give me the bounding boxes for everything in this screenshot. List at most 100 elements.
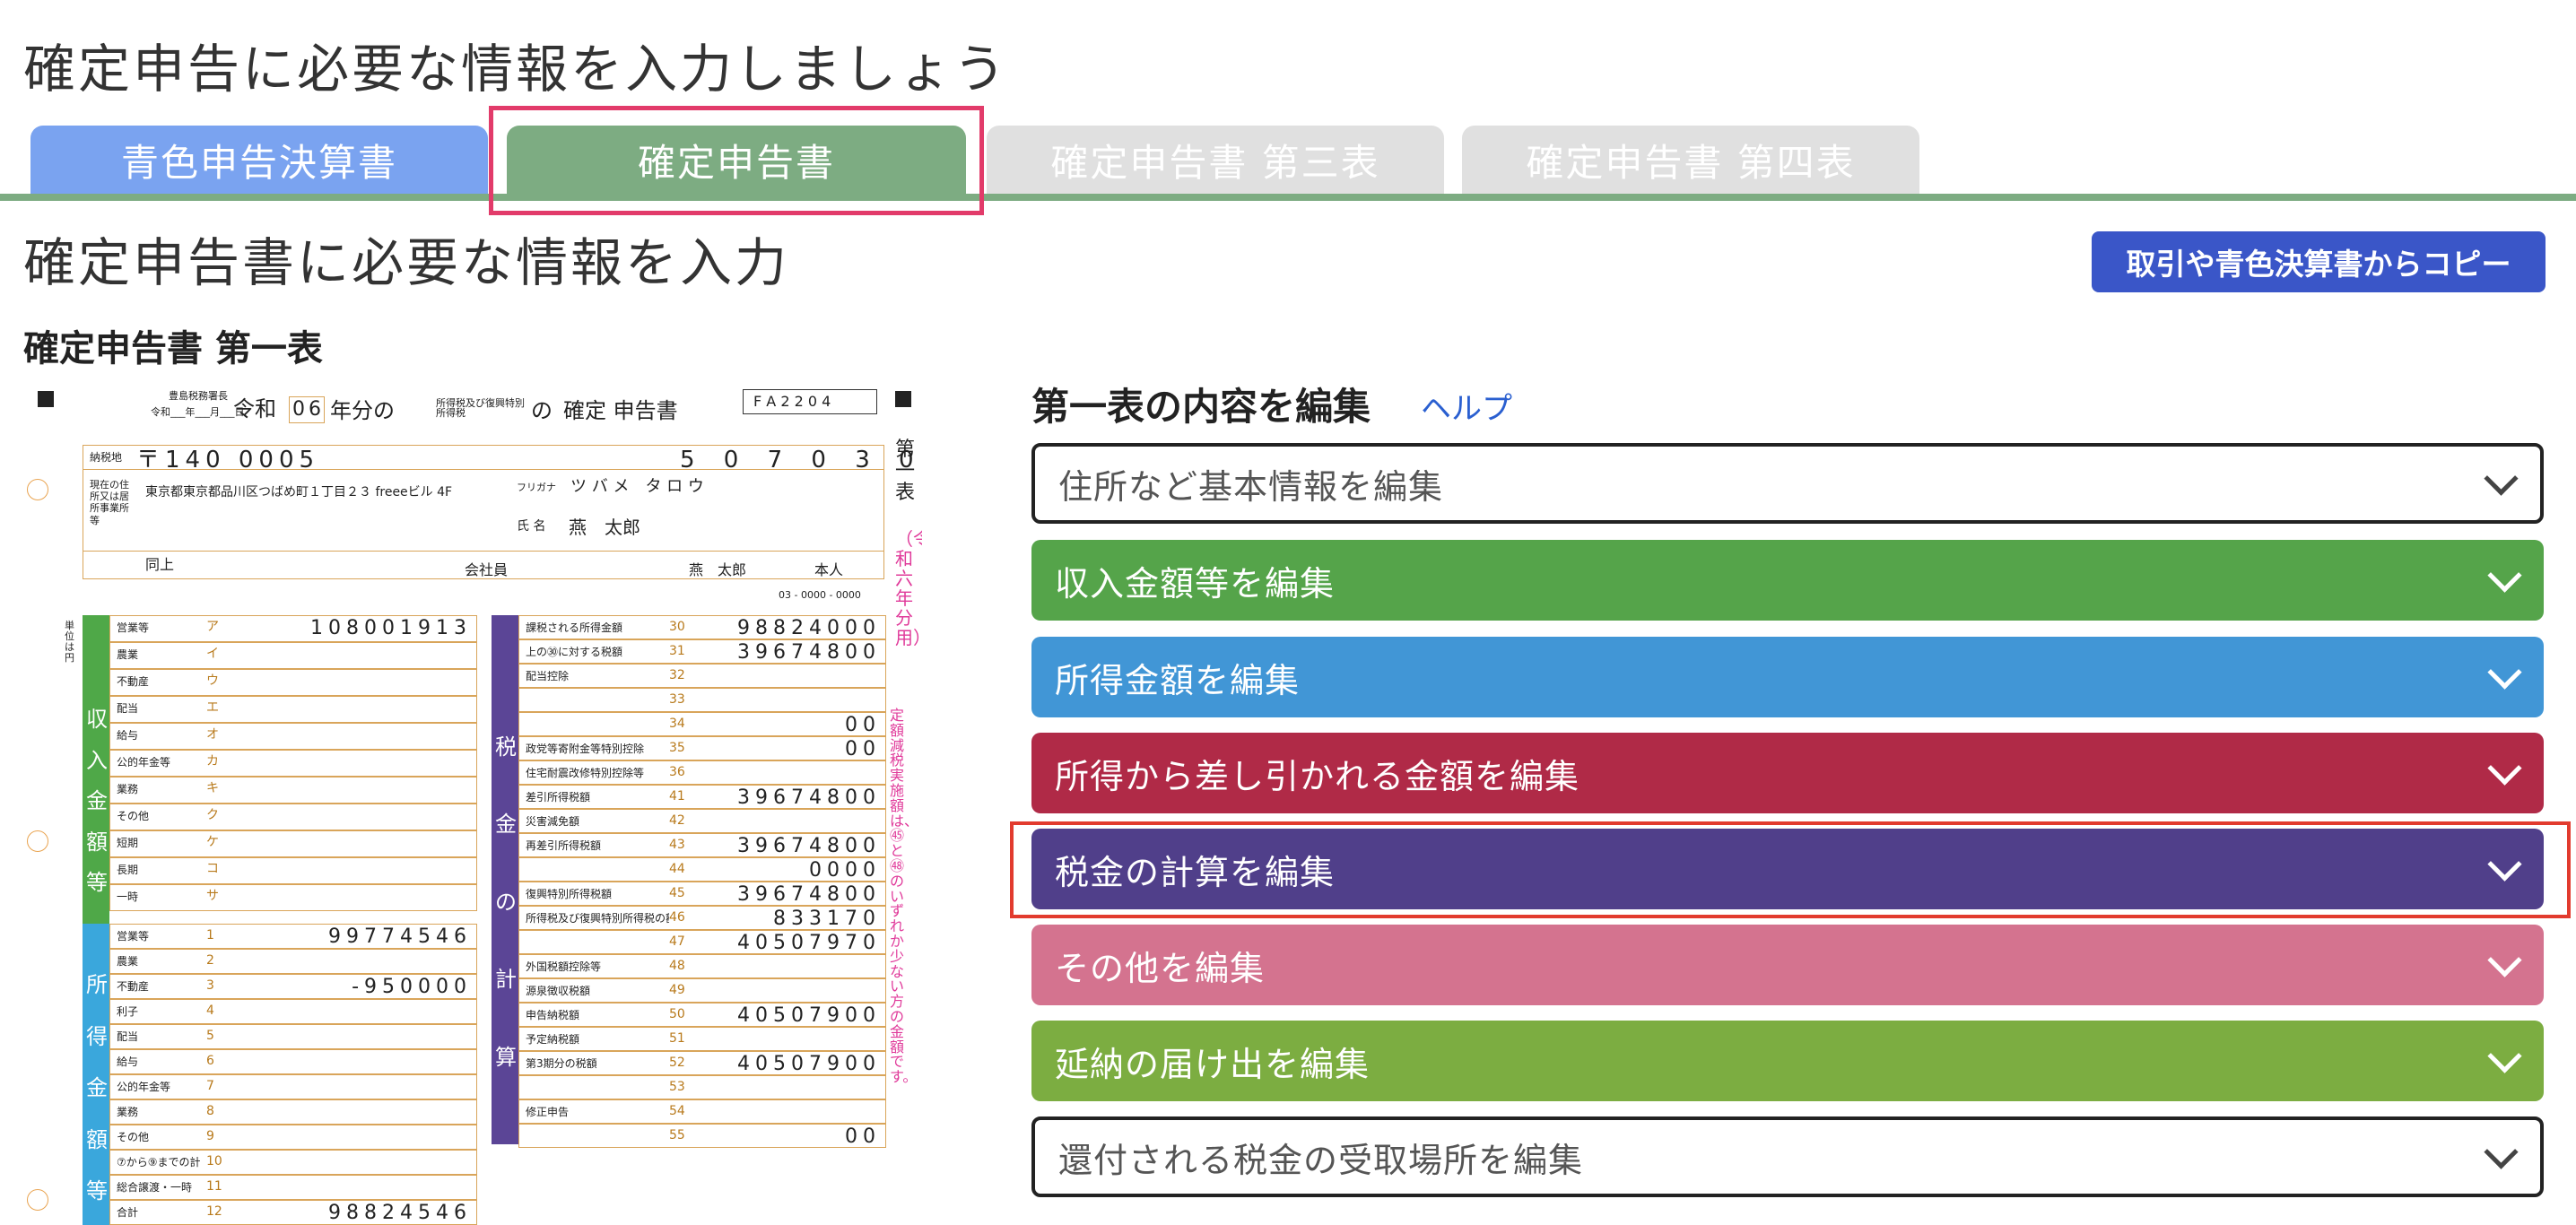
accordion-income[interactable]: 収入金額等を編集 — [1031, 540, 2544, 621]
form-row-label: ⑦から⑨までの計 — [117, 1157, 201, 1168]
tab-tax-return-sheet4[interactable]: 確定申告書 第四表 — [1462, 126, 1919, 194]
form-row-number: 5 — [206, 1029, 214, 1043]
form-row — [109, 830, 477, 857]
form-row — [109, 777, 477, 804]
form-row-number: 44 — [669, 862, 685, 876]
form-row-number: 8 — [206, 1104, 214, 1118]
accordion-basic-info[interactable]: 住所など基本情報を編集 — [1031, 443, 2544, 524]
accordion-label: 延納の届け出を編集 — [1055, 1044, 1371, 1084]
form-row-number: 35 — [669, 741, 685, 755]
form-row-value: 0000 — [809, 859, 881, 882]
form-row-value: 39674800 — [737, 835, 881, 857]
form-row-number: 6 — [206, 1054, 214, 1068]
chevron-down-icon — [2487, 655, 2522, 690]
chevron-down-icon — [2487, 558, 2522, 593]
form-postal: 〒140 0005 — [136, 447, 320, 473]
active-tab-highlight — [489, 106, 984, 215]
editor-title: 第一表の内容を編集 — [1031, 385, 1371, 429]
form-furigana-label: フリガナ — [517, 482, 556, 493]
form-row-value: 833170 — [773, 908, 881, 930]
form-tax-kind: 所得税及び復興特別所得税 — [436, 397, 525, 419]
form-row — [109, 949, 477, 974]
tab-tax-return-sheet3[interactable]: 確定申告書 第三表 — [987, 126, 1444, 194]
accordion-other[interactable]: その他を編集 — [1031, 925, 2544, 1005]
form-row-label: 総合譲渡・一時 — [117, 1182, 193, 1193]
form-furigana: ツ バ メ タ ロ ウ — [570, 477, 704, 496]
form-income-section: 収入金額等 — [86, 707, 108, 896]
form-kind: 確定 申告書 — [563, 398, 678, 423]
accordion-deductions[interactable]: 所得から差し引かれる金額を編集 — [1031, 733, 2544, 813]
form-row-number: 52 — [669, 1056, 685, 1070]
form-subtitle: 確定申告書 第一表 — [23, 328, 323, 369]
corner-mark — [38, 391, 54, 407]
form-row-label: 営業等 — [117, 622, 150, 633]
form-unit-note: 単位は円 — [65, 620, 74, 665]
form-row-number: サ — [206, 889, 219, 903]
copy-from-transactions-button[interactable]: 取引や青色決算書からコピー — [2092, 231, 2546, 292]
form-row-number: 2 — [206, 953, 214, 968]
form-row-label: 課税される所得金額 — [526, 622, 623, 633]
form-row-label: 第3期分の税額 — [526, 1058, 597, 1069]
help-link[interactable]: ヘルプ — [1421, 384, 1512, 428]
accordion-highlight — [1010, 821, 2571, 918]
accordion-label: 収入金額等を編集 — [1055, 563, 1336, 604]
form-row-label: 修正申告 — [526, 1107, 570, 1117]
form-address: 東京都東京都品川区つばめ町１丁目２３ freeeビル 4F — [145, 485, 453, 500]
form-row — [109, 804, 477, 830]
form-row-number: ク — [206, 808, 219, 822]
form-row-value: 98824000 — [737, 617, 881, 639]
form-row-number: ケ — [206, 835, 219, 849]
chevron-down-icon — [2484, 1134, 2519, 1169]
form-row-number: 30 — [669, 620, 685, 634]
form-row-label: 農業 — [117, 649, 139, 660]
accordion-deferred-payment[interactable]: 延納の届け出を編集 — [1031, 1021, 2544, 1101]
chevron-down-icon — [2484, 461, 2519, 496]
form-row — [109, 884, 477, 911]
accordion-shotoku[interactable]: 所得金額を編集 — [1031, 637, 2544, 717]
form-row-label: 一時 — [117, 891, 139, 902]
form-row-label: 再差引所得税額 — [526, 840, 602, 851]
form-row-value: 00 — [845, 1125, 881, 1148]
form-row-label: 短期 — [117, 838, 139, 848]
form-row-number: 10 — [206, 1154, 222, 1169]
accordion-refund-account[interactable]: 還付される税金の受取場所を編集 — [1031, 1116, 2544, 1197]
form-row-number: 11 — [206, 1179, 222, 1194]
form-row-number: オ — [206, 727, 219, 742]
form-birth: 5 0 7 0 3 0 7 — [680, 447, 922, 473]
form-date-line: 令和___年___月___日 — [151, 406, 245, 418]
form-row-value: 39674800 — [737, 883, 881, 906]
form-address-label: 現在の住所又は居所事業所等 — [90, 479, 129, 526]
form-row-number: 7 — [206, 1079, 214, 1093]
accordion-label: その他を編集 — [1055, 948, 1266, 988]
form-row-number: キ — [206, 781, 219, 795]
form-head-name: 燕 太郎 — [689, 561, 747, 578]
form-row — [109, 1049, 477, 1074]
form-row-value: 00 — [845, 714, 881, 736]
tab-underline — [0, 194, 2576, 201]
form-row-label: 公的年金等 — [117, 1082, 171, 1092]
form-row-value: -950000 — [352, 976, 472, 998]
form-row-number: カ — [206, 754, 219, 769]
form-row-label: 源泉徴収税額 — [526, 986, 591, 996]
form-row-number: 42 — [669, 813, 685, 828]
form-row-label: 配当 — [117, 703, 139, 714]
form-row-label: その他 — [117, 811, 150, 821]
form-row-number: 4 — [206, 1003, 214, 1018]
form-no: の — [531, 398, 553, 423]
form-row — [109, 696, 477, 723]
form-row-label: 合計 — [117, 1207, 139, 1218]
form-row — [518, 664, 886, 688]
form-row-number: 3 — [206, 978, 214, 993]
form-row-number: 54 — [669, 1104, 685, 1118]
form-row-number: 36 — [669, 765, 685, 779]
form-phone: 03 - 0000 - 0000 — [779, 589, 861, 601]
form-row-number: 43 — [669, 838, 685, 852]
form-row-label: 業務 — [117, 784, 139, 795]
form-row-number: ウ — [206, 673, 219, 688]
tab-blue-return-statement[interactable]: 青色申告決算書 — [30, 126, 488, 194]
accordion-label: 所得から差し引かれる金額を編集 — [1055, 756, 1580, 796]
form-name: 燕 太郎 — [569, 517, 640, 538]
form-row-value: 108001913 — [310, 617, 472, 639]
form-tax-section: 税金の計算 — [495, 734, 517, 1070]
form-row — [518, 1099, 886, 1124]
